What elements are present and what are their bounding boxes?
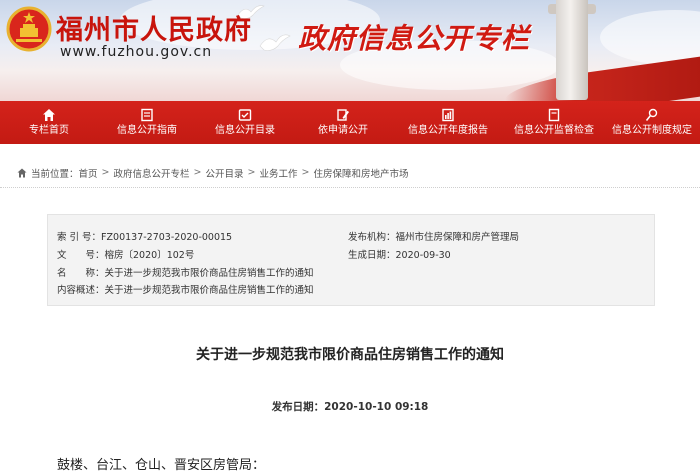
banner-cloud: [600, 10, 700, 65]
nav-item-catalog[interactable]: 信息公开目录: [196, 101, 294, 144]
nav-item-annual-report[interactable]: 信息公开年度报告: [392, 101, 504, 144]
issuer-value: 福州市住房保障和房产管理局: [395, 232, 520, 243]
banner-pillar-graphic: [556, 0, 588, 100]
nav-item-home[interactable]: 专栏首页: [0, 101, 98, 144]
breadcrumb-separator: >: [247, 167, 256, 178]
breadcrumb-separator: >: [101, 167, 110, 178]
home-icon: [43, 109, 55, 121]
site-title[interactable]: 福州市人民政府: [56, 8, 252, 47]
created-date-row: 生成日期：2020-09-30: [348, 247, 451, 261]
guide-book-icon: [141, 108, 153, 122]
summary-row: 内容概述：关于进一步规范我市限价商品住房销售工作的通知: [57, 282, 314, 296]
site-banner: 福州市人民政府 www.fuzhou.gov.cn 政府信息公开专栏: [0, 0, 700, 101]
document-metadata-box: 索 引 号：FZ00137-2703-2020-00015 文 号：榕房〔202…: [47, 214, 655, 306]
breadcrumb-link-catalog[interactable]: 公开目录: [205, 166, 243, 180]
main-nav: 专栏首页 信息公开指南 信息公开目录 依申请公开 信息公开年度报告 信息公开监督…: [0, 101, 700, 144]
article-salutation: 鼓楼、台江、仓山、晋安区房管局：: [57, 458, 266, 473]
nav-label: 信息公开制度规定: [612, 125, 692, 136]
document-name-value: 关于进一步规范我市限价商品住房销售工作的通知: [104, 268, 314, 279]
publish-date-value: 2020-10-10 09:18: [324, 401, 429, 413]
document-number-label: 文 号：: [57, 250, 105, 261]
home-icon: [17, 168, 27, 177]
breadcrumb-link-business[interactable]: 业务工作: [259, 166, 297, 180]
report-icon: [442, 108, 454, 122]
summary-label: 内容概述：: [57, 285, 105, 296]
publish-date-label: 发布日期：: [271, 401, 325, 413]
breadcrumb-link-column[interactable]: 政府信息公开专栏: [114, 166, 190, 180]
document-name-row: 名 称：关于进一步规范我市限价商品住房销售工作的通知: [57, 265, 314, 279]
nav-label: 信息公开年度报告: [408, 125, 488, 136]
nav-item-apply[interactable]: 依申请公开: [294, 101, 392, 144]
nav-item-regulation[interactable]: 信息公开制度规定: [604, 101, 700, 144]
national-emblem-icon: [6, 6, 52, 52]
index-number-row: 索 引 号：FZ00137-2703-2020-00015: [57, 229, 232, 243]
issuer-row: 发布机构：福州市住房保障和房产管理局: [348, 229, 519, 243]
created-date-value: 2020-09-30: [395, 250, 451, 261]
created-date-label: 生成日期：: [348, 250, 396, 261]
breadcrumb-separator: >: [301, 167, 310, 178]
breadcrumb-link-housing[interactable]: 住房保障和房地产市场: [313, 166, 408, 180]
nav-item-inspection[interactable]: 信息公开监督检查: [504, 101, 604, 144]
summary-value: 关于进一步规范我市限价商品住房销售工作的通知: [104, 285, 314, 296]
breadcrumb-prefix: 当前位置：: [31, 168, 79, 180]
apply-edit-icon: [337, 109, 349, 121]
nav-label: 信息公开指南: [117, 125, 177, 136]
nav-label: 依申请公开: [318, 125, 368, 136]
document-name-label: 名 称：: [57, 268, 105, 279]
dove-icon: [259, 34, 291, 51]
nav-label: 信息公开目录: [215, 125, 275, 136]
nav-label: 信息公开监督检查: [514, 125, 594, 136]
document-number-row: 文 号：榕房〔2020〕102号: [57, 247, 194, 261]
index-number-label: 索 引 号：: [57, 232, 102, 243]
nav-item-guide[interactable]: 信息公开指南: [98, 101, 196, 144]
regulation-icon: [645, 108, 658, 121]
column-title: 政府信息公开专栏: [298, 22, 531, 55]
document-number-value: 榕房〔2020〕102号: [104, 250, 195, 261]
site-url[interactable]: www.fuzhou.gov.cn: [60, 44, 212, 60]
issuer-label: 发布机构：: [348, 232, 396, 243]
publish-date: 发布日期：2020-10-10 09:18: [0, 399, 700, 414]
catalog-icon: [238, 109, 252, 121]
article-title: 关于进一步规范我市限价商品住房销售工作的通知: [196, 347, 504, 363]
inspection-icon: [548, 108, 560, 122]
breadcrumb-separator: >: [193, 167, 202, 178]
breadcrumb: 当前位置： 首页 > 政府信息公开专栏 > 公开目录 > 业务工作 > 住房保障…: [0, 158, 700, 188]
index-number-value: FZ00137-2703-2020-00015: [101, 232, 233, 243]
nav-label: 专栏首页: [29, 125, 69, 136]
breadcrumb-link-home[interactable]: 首页: [79, 166, 98, 180]
